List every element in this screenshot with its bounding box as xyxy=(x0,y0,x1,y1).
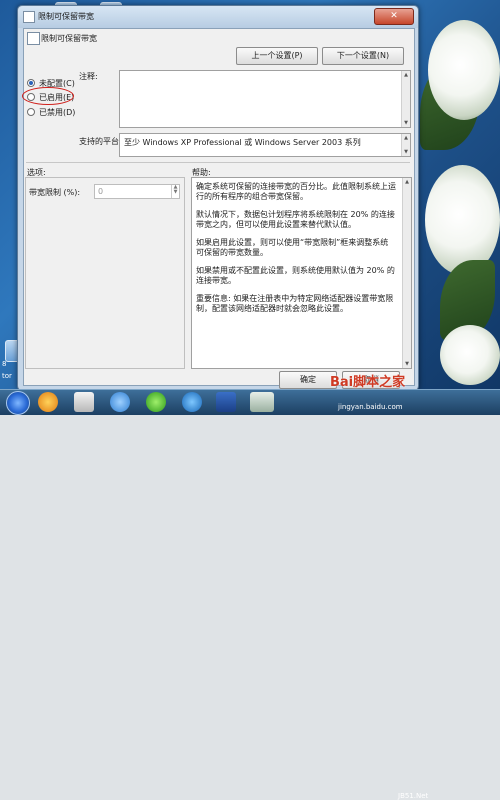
stepper-arrows-icon[interactable]: ▲ ▼ xyxy=(171,185,179,198)
supported-platforms-label: 支持的平台: xyxy=(79,137,122,146)
bandwidth-limit-stepper[interactable]: 0 ▲ ▼ xyxy=(94,184,180,199)
file-explorer-icon[interactable] xyxy=(74,392,94,412)
options-panel: 带宽限制 (%): 0 ▲ ▼ xyxy=(25,177,185,369)
k-app-icon[interactable] xyxy=(182,392,202,412)
help-text: 确定系统可保留的连接带宽的百分比。此值限制系统上运行的所有程序的组合带宽保留。 … xyxy=(196,182,396,322)
taskbar: JB51.Net jingyan.baidu.com xyxy=(0,389,500,800)
comment-textarea[interactable]: ▲ ▼ xyxy=(119,70,411,128)
next-setting-button[interactable]: 下一个设置(N) xyxy=(322,47,404,65)
word-icon[interactable] xyxy=(216,392,236,412)
desktop-icon-label: tor xyxy=(2,372,12,380)
scroll-up-icon[interactable]: ▲ xyxy=(403,72,409,78)
title-bar[interactable]: 限制可保留带宽 ✕ xyxy=(18,6,418,28)
flower-decoration xyxy=(425,165,500,275)
red-circle-annotation xyxy=(22,87,74,105)
scroll-down-icon[interactable]: ▼ xyxy=(403,149,409,155)
dialog-body: 限制可保留带宽 上一个设置(P) 下一个设置(N) 未配置(C) 已启用(E) … xyxy=(22,28,415,389)
help-paragraph: 默认情况下，数据包计划程序将系统限制在 20% 的连接带宽之内，但可以使用此设置… xyxy=(196,210,395,229)
setting-icon xyxy=(27,32,40,45)
supported-platforms-box: 至少 Windows XP Professional 或 Windows Ser… xyxy=(119,133,411,157)
scroll-up-icon[interactable]: ▲ xyxy=(403,135,409,141)
ok-button[interactable]: 确定 xyxy=(279,371,337,389)
browser-icon[interactable] xyxy=(38,392,58,412)
help-scrollbar[interactable]: ▲ ▼ xyxy=(402,178,411,368)
scroll-down-icon[interactable]: ▼ xyxy=(404,361,410,367)
comment-label: 注释: xyxy=(79,72,98,81)
watermark-url: jingyan.baidu.com xyxy=(338,403,403,411)
close-button[interactable]: ✕ xyxy=(374,8,414,25)
watermark-logo: Bai脚本之家 xyxy=(330,375,406,390)
comment-scrollbar[interactable]: ▲ ▼ xyxy=(401,71,410,127)
help-text-panel: 确定系统可保留的连接带宽的百分比。此值限制系统上运行的所有程序的组合带宽保留。 … xyxy=(191,177,412,369)
radio-label: 已禁用(D) xyxy=(39,107,76,117)
active-window-icon[interactable] xyxy=(250,392,274,412)
watermark-site: JB51.Net xyxy=(398,792,429,800)
help-paragraph: 如果启用此设置，则可以使用“带宽限制”框来调整系统可保留的带宽数量。 xyxy=(196,238,389,257)
radio-disabled[interactable]: 已禁用(D) xyxy=(27,106,75,118)
help-paragraph: 确定系统可保留的连接带宽的百分比。此值限制系统上运行的所有程序的组合带宽保留。 xyxy=(196,182,396,201)
policy-setting-dialog: 限制可保留带宽 ✕ 限制可保留带宽 上一个设置(P) 下一个设置(N) 未配置(… xyxy=(17,5,419,391)
help-paragraph: 重要信息: 如果在注册表中为特定网络适配器设置带宽限制，配置该网络适配器时就会忽… xyxy=(196,294,394,313)
green-app-icon[interactable] xyxy=(146,392,166,412)
cloud-icon[interactable] xyxy=(110,392,130,412)
radio-button[interactable] xyxy=(27,79,35,87)
supported-platforms-value: 至少 Windows XP Professional 或 Windows Ser… xyxy=(124,138,361,147)
divider xyxy=(26,162,410,163)
scroll-up-icon[interactable]: ▲ xyxy=(404,179,410,185)
radio-button[interactable] xyxy=(27,108,35,116)
desktop-icon-label: 8 xyxy=(2,360,7,368)
flower-decoration xyxy=(428,20,500,120)
supported-scrollbar[interactable]: ▲ ▼ xyxy=(401,134,410,156)
policy-icon xyxy=(23,11,35,23)
scroll-down-icon[interactable]: ▼ xyxy=(403,120,409,126)
previous-setting-button[interactable]: 上一个设置(P) xyxy=(236,47,318,65)
bandwidth-limit-value: 0 xyxy=(98,187,104,196)
close-icon: ✕ xyxy=(390,11,398,21)
start-button[interactable] xyxy=(6,391,30,415)
setting-title: 限制可保留带宽 xyxy=(41,34,97,43)
window-title: 限制可保留带宽 xyxy=(38,12,94,21)
bandwidth-limit-label: 带宽限制 (%): xyxy=(29,188,81,197)
help-paragraph: 如果禁用或不配置此设置，则系统使用默认值为 20% 的连接带宽。 xyxy=(196,266,395,285)
flower-decoration xyxy=(440,325,500,385)
